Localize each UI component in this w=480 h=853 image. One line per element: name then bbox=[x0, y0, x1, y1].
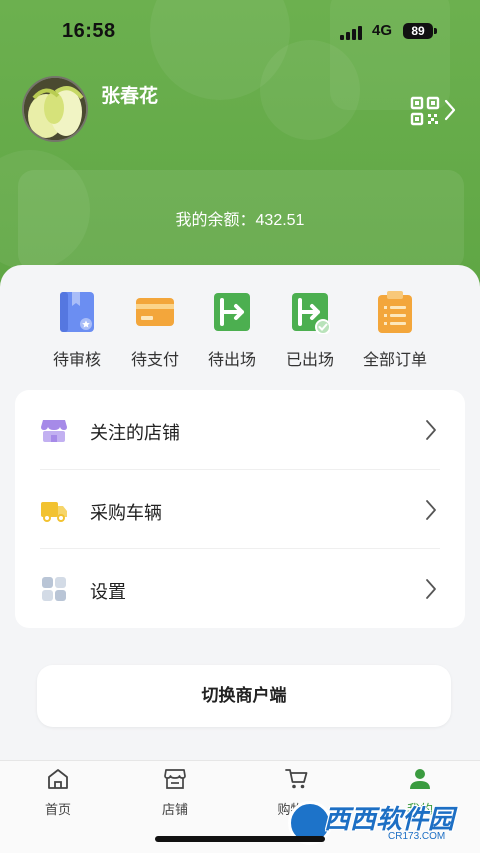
order-pending-exit[interactable]: 待出场 bbox=[192, 290, 272, 375]
battery-level: 89 bbox=[411, 24, 425, 38]
menu-label: 关注的店铺 bbox=[90, 423, 180, 443]
menu-label: 设置 bbox=[90, 582, 126, 602]
cart-icon bbox=[285, 769, 308, 789]
tab-label: 店铺 bbox=[161, 802, 188, 817]
order-label: 已出场 bbox=[285, 352, 334, 369]
order-label: 待支付 bbox=[130, 352, 179, 369]
pending-review-icon bbox=[60, 292, 94, 332]
watermark-subtext: CR173.COM bbox=[388, 831, 446, 842]
tab-label: 首页 bbox=[44, 802, 71, 817]
all-orders-icon bbox=[378, 291, 412, 333]
exited-icon bbox=[292, 293, 330, 334]
chevron-right-icon[interactable] bbox=[444, 99, 456, 121]
order-label: 全部订单 bbox=[362, 352, 427, 369]
user-icon bbox=[410, 769, 430, 789]
status-bar: 16:58 4G 89 bbox=[0, 0, 480, 62]
home-indicator bbox=[155, 836, 325, 842]
truck-icon bbox=[41, 502, 67, 522]
home-icon bbox=[48, 769, 68, 789]
order-pending-review[interactable]: 待审核 bbox=[37, 290, 117, 375]
user-name[interactable]: 张春花 bbox=[101, 81, 158, 108]
menu-card: 关注的店铺 采购车辆 设置 bbox=[15, 390, 465, 628]
menu-item-settings[interactable]: 设置 bbox=[15, 549, 465, 628]
status-time: 16:58 bbox=[62, 20, 116, 42]
avatar[interactable] bbox=[22, 76, 88, 142]
pending-payment-icon bbox=[136, 298, 174, 326]
order-exited[interactable]: 已出场 bbox=[270, 290, 350, 375]
order-all[interactable]: 全部订单 bbox=[355, 290, 435, 375]
menu-item-purchase-vehicles[interactable]: 采购车辆 bbox=[15, 470, 465, 549]
chevron-right-icon bbox=[426, 420, 436, 440]
tab-shop[interactable]: 店铺 bbox=[135, 761, 215, 821]
order-label: 待出场 bbox=[207, 352, 256, 369]
signal-icon bbox=[340, 24, 366, 40]
battery-icon: 89 bbox=[403, 23, 433, 39]
menu-label: 采购车辆 bbox=[90, 503, 162, 523]
store-icon bbox=[41, 420, 67, 442]
pending-exit-icon bbox=[214, 293, 250, 331]
qr-code-icon[interactable] bbox=[410, 96, 440, 126]
settings-grid-icon bbox=[42, 577, 66, 601]
chevron-right-icon bbox=[426, 579, 436, 599]
order-label: 待审核 bbox=[52, 352, 101, 369]
network-type: 4G bbox=[372, 22, 393, 39]
battery-tip bbox=[434, 28, 437, 34]
switch-merchant-button[interactable]: 切换商户端 bbox=[37, 665, 451, 727]
menu-item-followed-stores[interactable]: 关注的店铺 bbox=[15, 390, 465, 469]
balance-amount: 我的余额：432.51 bbox=[175, 212, 305, 229]
tab-home[interactable]: 首页 bbox=[18, 761, 98, 821]
order-pending-payment[interactable]: 待支付 bbox=[115, 290, 195, 375]
shop-icon bbox=[164, 769, 186, 789]
chevron-right-icon bbox=[426, 500, 436, 520]
